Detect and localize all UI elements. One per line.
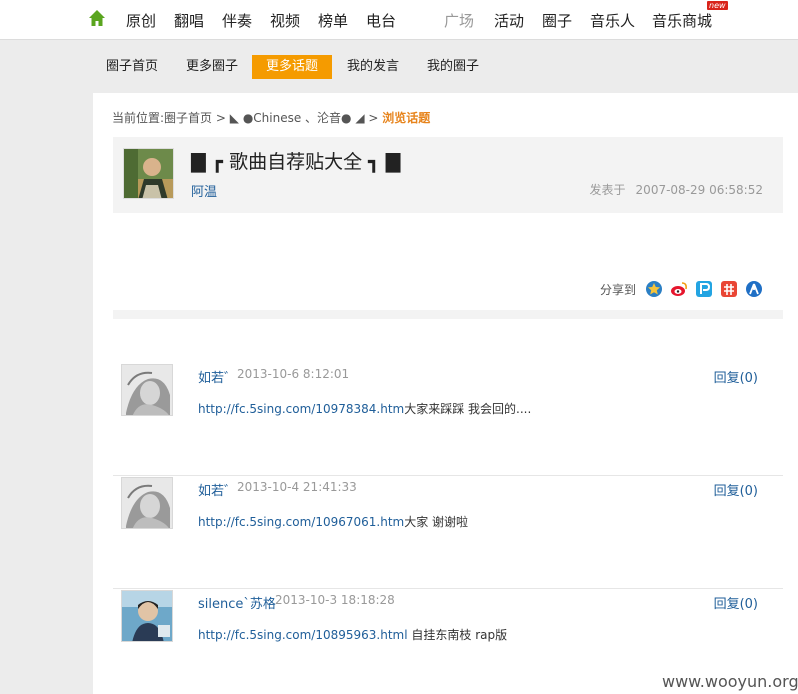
new-badge: new	[707, 1, 728, 10]
reply-link-url[interactable]: http://fc.5sing.com/10967061.htm	[198, 515, 404, 529]
nav-item-radio[interactable]: 电台	[366, 10, 396, 31]
reply-time: 2013-10-4 21:41:33	[237, 480, 357, 494]
reply-text: 大家 谢谢啦	[404, 515, 469, 529]
subnav-circle-home[interactable]: 圈子首页	[92, 55, 172, 79]
nav-item-charts[interactable]: 榜单	[318, 10, 348, 31]
share-label: 分享到	[600, 283, 637, 297]
sub-navigation: 圈子首页 更多圈子 更多话题 我的发言 我的圈子	[0, 41, 798, 92]
subnav-my-posts[interactable]: 我的发言	[333, 55, 413, 79]
nav-item-events[interactable]: 活动	[494, 10, 524, 31]
reply-link-url[interactable]: http://fc.5sing.com/10895963.html	[198, 628, 408, 642]
topic-meta: 发表于 2007-08-29 06:58:52	[590, 181, 763, 198]
reply-avatar[interactable]	[121, 590, 173, 642]
breadcrumb-circle-link[interactable]: ◣ ●Chinese 、沦音● ◢	[230, 111, 365, 125]
nav-item-original[interactable]: 原创	[126, 10, 156, 31]
reply-button[interactable]: 回复(0)	[714, 593, 758, 612]
breadcrumb-current: 浏览话题	[382, 111, 431, 125]
subnav-my-circles[interactable]: 我的圈子	[413, 55, 493, 79]
reply-time: 2013-10-6 8:12:01	[237, 367, 350, 381]
reply-avatar[interactable]	[121, 477, 173, 529]
nav-item-cover[interactable]: 翻唱	[174, 10, 204, 31]
reply-avatar[interactable]	[121, 364, 173, 416]
breadcrumb-home-link[interactable]: 圈子首页	[164, 111, 212, 125]
posted-label: 发表于	[589, 183, 626, 197]
nav-item-accompaniment[interactable]: 伴奏	[222, 10, 252, 31]
reply-link-url[interactable]: http://fc.5sing.com/10978384.htm	[198, 402, 404, 416]
breadcrumb: 当前位置:圈子首页 > ◣ ●Chinese 、沦音● ◢ > 浏览话题	[112, 109, 430, 126]
reply-content: http://fc.5sing.com/10978384.htm大家来踩踩 我会…	[198, 400, 531, 417]
home-icon[interactable]	[88, 9, 106, 27]
reply-username[interactable]: 如若゛	[198, 480, 237, 499]
reply-button[interactable]: 回复(0)	[714, 367, 758, 386]
posted-time: 2007-08-29 06:58:52	[635, 183, 763, 197]
renren-icon[interactable]	[745, 280, 763, 298]
watermark: www.wooyun.org	[652, 670, 798, 694]
top-navigation: 原创 翻唱 伴奏 视频 榜单 电台 广场 活动 圈子 音乐人 音乐商城 new	[0, 0, 798, 40]
topic-header: ▇ ┏ 歌曲自荐贴大全 ┓ ▇ 阿温 发表于 2007-08-29 06:58:5…	[113, 137, 783, 213]
nav-item-musicians[interactable]: 音乐人	[590, 10, 635, 31]
nav-item-music-store[interactable]: 音乐商城	[652, 10, 712, 31]
qzone-icon[interactable]	[645, 280, 663, 298]
reply-content: http://fc.5sing.com/10967061.htm大家 谢谢啦	[198, 513, 468, 530]
reply-username[interactable]: silence`苏格	[198, 593, 276, 612]
reply-time: 2013-10-3 18:18:28	[275, 593, 395, 607]
reply-username[interactable]: 如若゛	[198, 367, 237, 386]
topic-author-avatar[interactable]	[123, 148, 174, 199]
topic-author-link[interactable]: 阿温	[191, 181, 217, 200]
subnav-more-circles[interactable]: 更多圈子	[172, 55, 252, 79]
breadcrumb-prefix: 当前位置:	[112, 111, 165, 125]
subnav-more-topics[interactable]: 更多话题	[252, 55, 333, 79]
breadcrumb-separator: >	[368, 111, 379, 125]
reply-content: http://fc.5sing.com/10895963.html 自挂东南枝 …	[198, 626, 507, 643]
nav-item-video[interactable]: 视频	[270, 10, 300, 31]
nav-item-circles[interactable]: 圈子	[542, 10, 572, 31]
nav-item-square[interactable]: 广场	[444, 10, 474, 31]
topic-title: ▇ ┏ 歌曲自荐贴大全 ┓ ▇	[191, 151, 401, 173]
weibo-icon[interactable]	[670, 280, 688, 298]
pengyou-icon[interactable]	[695, 280, 713, 298]
reply-button[interactable]: 回复(0)	[714, 480, 758, 499]
breadcrumb-separator: >	[215, 111, 226, 125]
reply-text: 大家来踩踩 我会回的....	[404, 402, 532, 416]
section-divider	[113, 310, 783, 319]
reply-text: 自挂东南枝 rap版	[407, 628, 508, 642]
reply-item: 如若゛ 2013-10-6 8:12:01 回复(0) http://fc.5s…	[113, 364, 783, 476]
kaixin-icon[interactable]	[720, 280, 738, 298]
reply-item: 如若゛ 2013-10-4 21:41:33 回复(0) http://fc.5…	[113, 477, 783, 589]
